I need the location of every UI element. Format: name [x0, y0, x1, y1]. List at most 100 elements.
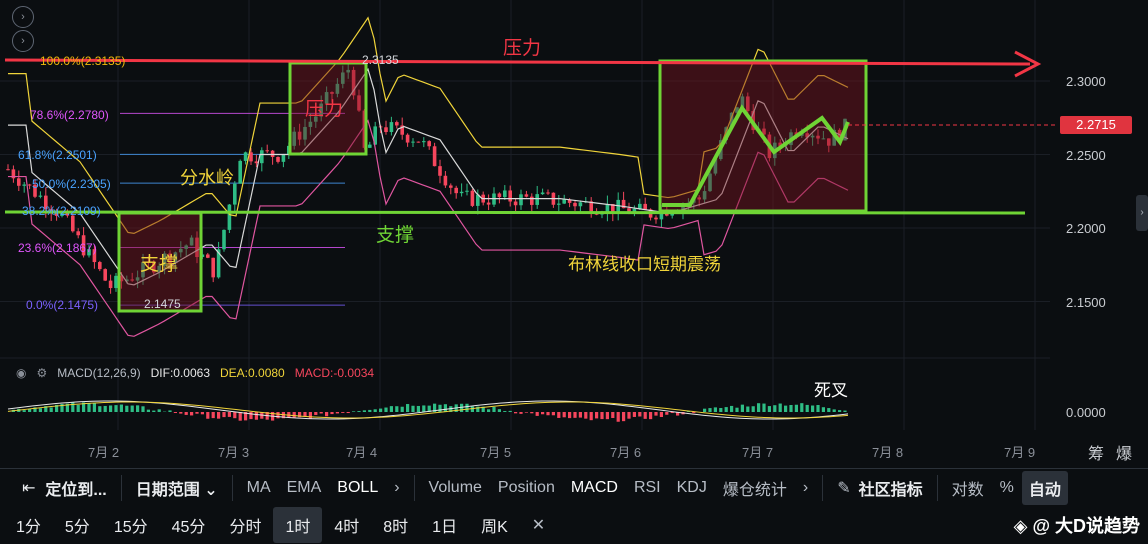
indicator-kdj[interactable]: KDJ: [669, 479, 715, 497]
log-scale-toggle[interactable]: 对数: [944, 476, 992, 500]
edit-icon[interactable]: ✎: [829, 478, 858, 498]
macd-bar: [238, 412, 242, 421]
divider: [120, 475, 122, 501]
macd-bar: [746, 406, 750, 412]
macd-bar: [713, 407, 717, 412]
candle-body: [562, 199, 566, 204]
macd-bar: [519, 412, 523, 414]
macd-bar: [740, 404, 744, 412]
candle-body: [573, 202, 577, 207]
chips-label[interactable]: 筹: [1088, 440, 1104, 464]
binance-logo-icon: ◈: [1013, 516, 1028, 536]
indicator-liquidation[interactable]: 爆仓统计: [715, 476, 795, 500]
collapse-icon[interactable]: ›: [12, 6, 34, 28]
date-range-button[interactable]: 日期范围 ⌄: [128, 476, 226, 500]
candle-body: [227, 204, 232, 230]
locate-icon[interactable]: ⇤: [0, 478, 43, 498]
candlestick-chart[interactable]: [0, 0, 1148, 466]
close-icon[interactable]: ✕: [520, 515, 557, 535]
candle-body: [389, 122, 394, 133]
macd-bar: [379, 408, 383, 412]
divider: [231, 475, 233, 501]
interval-1m[interactable]: 1分: [0, 513, 53, 537]
macd-bar: [276, 412, 280, 419]
candle-body: [243, 152, 248, 161]
macd-bar: [557, 412, 561, 418]
macd-bar: [103, 405, 107, 412]
chevron-right-icon[interactable]: ›: [795, 479, 816, 497]
price-tick: 2.2000: [1066, 221, 1106, 236]
resistance-box-label: 压力: [305, 99, 344, 120]
divider: [936, 475, 938, 501]
interval-week[interactable]: 周K: [469, 513, 520, 537]
macd-bar: [352, 411, 356, 412]
resistance-line: [4, 58, 1031, 66]
macd-bar: [179, 412, 183, 414]
date-tick: 7月 6: [610, 445, 642, 460]
candle-body: [281, 154, 286, 162]
high-marker: 2.3135: [362, 53, 399, 67]
candle-body: [557, 203, 561, 205]
interval-15m[interactable]: 15分: [102, 513, 160, 537]
macd-bar: [249, 412, 253, 420]
indicator-boll[interactable]: BOLL: [329, 479, 386, 497]
interval-45m[interactable]: 45分: [160, 513, 218, 537]
fib-label-236: 23.6%(2.1867): [18, 241, 97, 255]
eye-icon[interactable]: ◉: [16, 366, 26, 380]
settings-icon[interactable]: ⚙: [36, 366, 47, 380]
indicator-ma[interactable]: MA: [239, 479, 279, 497]
locate-button[interactable]: 定位到...: [43, 476, 114, 500]
indicator-rsi[interactable]: RSI: [626, 479, 669, 497]
percent-toggle[interactable]: %: [992, 479, 1022, 497]
macd-bar: [87, 403, 91, 412]
candle-body: [238, 160, 242, 184]
interval-8h[interactable]: 8时: [371, 513, 420, 537]
interval-5m[interactable]: 5分: [53, 513, 102, 537]
chart-area[interactable]: › › 2.3000 2.2500 2.2000 2.1500 2.2715 0…: [0, 0, 1148, 466]
community-indicator-button[interactable]: 社区指标: [859, 476, 931, 500]
interval-4h[interactable]: 4时: [322, 513, 371, 537]
resistance-label: 压力: [503, 38, 542, 59]
macd-bar: [632, 412, 636, 417]
candle-body: [513, 201, 518, 206]
candle-body: [270, 150, 275, 157]
macd-bar: [308, 412, 312, 419]
macd-bar: [217, 412, 221, 419]
candle-body: [395, 122, 399, 126]
macd-bar: [546, 412, 550, 416]
price-tick: 2.3000: [1066, 74, 1106, 89]
candle-body: [465, 190, 469, 192]
macd-bar: [222, 412, 226, 418]
candle-body: [524, 194, 529, 197]
macd-bar: [800, 403, 804, 412]
macd-bar: [71, 402, 75, 412]
macd-bar: [751, 406, 755, 412]
indicator-ema[interactable]: EMA: [279, 479, 330, 497]
watershed-label: 分水岭: [180, 168, 234, 188]
date-tick: 7月 5: [480, 445, 512, 460]
price-tick: 2.1500: [1066, 295, 1106, 310]
macd-header: ◉ ⚙ MACD(12,26,9) DIF:0.0063 DEA:0.0080 …: [16, 366, 374, 380]
candle-body: [546, 192, 550, 194]
indicator-position[interactable]: Position: [490, 479, 563, 497]
macd-bar: [573, 412, 577, 418]
macd-bar: [146, 409, 150, 412]
macd-bar: [789, 404, 793, 412]
indicator-volume[interactable]: Volume: [421, 479, 490, 497]
macd-bar: [584, 412, 588, 419]
candle-body: [449, 185, 453, 188]
macd-dea: DEA:0.0080: [220, 366, 285, 380]
interval-1d[interactable]: 1日: [420, 513, 469, 537]
liquidation-label[interactable]: 爆: [1116, 440, 1132, 464]
macd-bar: [578, 412, 582, 418]
interval-timeshare[interactable]: 分时: [217, 513, 273, 537]
macd-bar: [168, 410, 172, 412]
indicator-macd[interactable]: MACD: [563, 479, 626, 497]
candle-body: [384, 127, 388, 133]
macd-value: MACD:-0.0034: [294, 366, 375, 380]
auto-scale-toggle[interactable]: 自动: [1021, 471, 1068, 505]
chevron-right-icon[interactable]: ›: [386, 479, 407, 497]
expand-icon[interactable]: ›: [12, 30, 34, 52]
panel-toggle-icon[interactable]: ›: [1136, 195, 1148, 231]
interval-1h[interactable]: 1时: [273, 507, 323, 543]
